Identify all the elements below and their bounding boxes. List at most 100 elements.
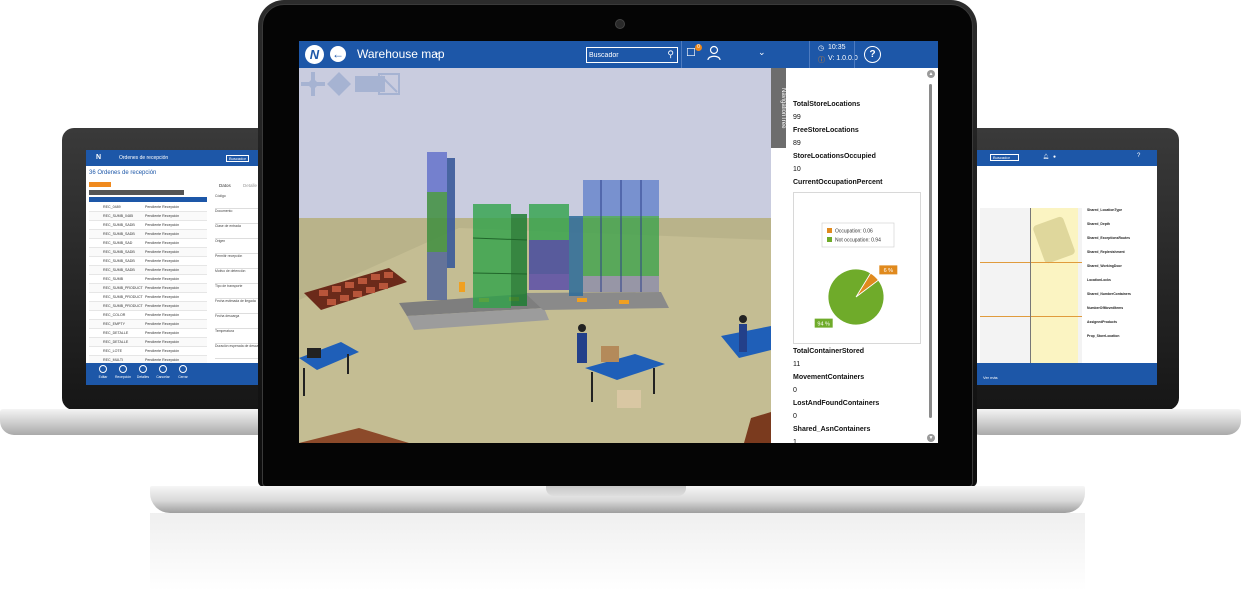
stat-value: 10 xyxy=(793,166,801,173)
occupation-pie-chart: Occupation: 0.06 Not occupation: 0.94 6 % 9… xyxy=(793,192,921,344)
table-row[interactable]: REC_SUMB_SAD Pendiente Recepción xyxy=(89,239,207,248)
chevron-down-icon[interactable]: ⌄ xyxy=(433,47,441,58)
table-row[interactable]: REC_SUMB_PRODUCT Pendiente Recepción xyxy=(89,284,207,293)
table-row[interactable]: REC_SUMB_SADB Pendiente Recepción xyxy=(89,257,207,266)
form-field-label: Permitir recepción xyxy=(215,254,258,269)
main-screen: N ← Warehouse map ⌄ ⚲ ☐ 0 ⌄ ◷ 10:35 ⓘ V:… xyxy=(299,41,938,443)
stat-label: MovementContainers xyxy=(793,374,865,381)
table-cell: Pendiente Recepción xyxy=(145,304,180,308)
form-field-label: Temperatura xyxy=(215,329,258,344)
left-toolbar xyxy=(89,190,184,195)
stat-label: TotalStoreLocations xyxy=(793,101,861,108)
table-cell: Pendiente Recepción xyxy=(145,214,180,218)
scroll-down-icon[interactable]: ▼ xyxy=(927,434,935,442)
header-divider xyxy=(854,41,855,68)
left-table-body: REC_0489 Pendiente Recepción REC_SUMB_0485… xyxy=(89,203,207,374)
property-label: Prop_StoreLocation xyxy=(1087,334,1120,338)
left-tab-detalle[interactable]: Detalle xyxy=(243,183,257,188)
user-chevron-icon[interactable]: ⌄ xyxy=(758,47,766,58)
clock-icon: ◷ xyxy=(818,45,825,52)
table-row[interactable]: REC_SUMB_SADB Pendiente Recepción xyxy=(89,266,207,275)
form-field-label: Origen xyxy=(215,239,258,254)
grid-icon[interactable] xyxy=(355,76,385,92)
table-row[interactable]: REC_SUMB_0485 Pendiente Recepción xyxy=(89,212,207,221)
pie-svg: Occupation: 0.06 Not occupation: 0.94 6 % 9… xyxy=(814,222,898,328)
user-icon[interactable] xyxy=(707,45,721,61)
info-icon: ⓘ xyxy=(818,57,825,64)
right-laptop-header: Buscador 🔔︎ ● ? xyxy=(977,150,1157,166)
table-cell: Pendiente Recepción xyxy=(145,241,180,245)
form-field-label: Fecha estimada de llegada xyxy=(215,299,258,314)
property-label: NumberOfMovedItems xyxy=(1087,306,1124,310)
action-icon xyxy=(159,365,167,373)
rack-mixed-right xyxy=(529,204,583,296)
action-label: Cancelar xyxy=(156,375,170,379)
camera xyxy=(615,19,625,29)
table-cell: Pendiente Recepción xyxy=(145,259,180,263)
table-row[interactable]: REC_SUMB_PRODUCT Pendiente Recepción xyxy=(89,293,207,302)
floor-lane xyxy=(525,292,669,310)
table-row[interactable]: REC_EMPTY Pendiente Recepción xyxy=(89,320,207,329)
stat-value: 0 xyxy=(793,413,797,420)
right-search[interactable]: Buscador xyxy=(990,154,1019,161)
scroll-up-icon[interactable]: ▲ xyxy=(927,70,935,78)
form-field-label: Código xyxy=(215,194,258,209)
right-bottom-action[interactable]: Ver más xyxy=(983,375,998,380)
table-cell: Pendiente Recepción xyxy=(145,268,180,272)
table-cell: REC_SUMB_SADB xyxy=(103,232,135,236)
table-cell: Pendiente Recepción xyxy=(145,313,180,317)
help-icon[interactable]: ? xyxy=(864,46,881,63)
action-label: Editar xyxy=(98,375,108,379)
search-icon[interactable]: ⚲ xyxy=(667,49,674,60)
stat-label: StoreLocationsOccupied xyxy=(793,153,876,160)
panel-scrollbar[interactable]: ▲ ▼ xyxy=(927,70,935,442)
left-logo-icon: N xyxy=(96,154,102,161)
rack-green-center xyxy=(472,204,528,308)
navigation-tree-strip xyxy=(771,148,786,443)
table-row[interactable]: REC_LOTE Pendiente Recepción xyxy=(89,347,207,356)
left-action-button[interactable] xyxy=(89,182,111,187)
table-cell: REC_SUMB_SAD xyxy=(103,241,133,245)
page-title: Warehouse map xyxy=(357,47,445,61)
table-row[interactable]: REC_COLOR Pendiente Recepción xyxy=(89,311,207,320)
navigation-tree-tab[interactable]: NavigationTree xyxy=(771,68,786,148)
right-help-icon[interactable]: ? xyxy=(1137,153,1140,159)
right-grid-line xyxy=(980,316,1082,317)
table-row[interactable]: REC_SUMB_SADB Pendiente Recepción xyxy=(89,221,207,230)
bottom-action[interactable]: Recepción xyxy=(114,365,132,379)
table-cell: Pendiente Recepción xyxy=(145,205,180,209)
bottom-action[interactable]: Detalles xyxy=(134,365,152,379)
left-search[interactable]: Buscador xyxy=(226,155,249,162)
logo-icon[interactable]: N xyxy=(305,45,324,64)
form-field-label: Clase de entrada xyxy=(215,224,258,239)
statistics-panel: TotalStoreLocations 99 FreeStoreLocation… xyxy=(786,68,938,443)
warehouse-scene[interactable] xyxy=(299,68,771,443)
table-row[interactable]: REC_DETALLE Pendiente Recepción xyxy=(89,329,207,338)
table-row[interactable]: REC_SUMB_SADB Pendiente Recepción xyxy=(89,230,207,239)
warehouse-3d-view[interactable] xyxy=(299,68,771,443)
property-label: Shared_ExceptionsRoutes xyxy=(1087,236,1130,240)
table-cell: Pendiente Recepción xyxy=(145,331,180,335)
table-row[interactable]: REC_DETALLE Pendiente Recepción xyxy=(89,338,207,347)
bottom-action[interactable]: Cancelar xyxy=(154,365,172,379)
search-box[interactable]: ⚲ xyxy=(586,47,678,63)
table-row[interactable]: REC_SUMB_PRODUCT Pendiente Recepción xyxy=(89,302,207,311)
table-row[interactable]: REC_SUMB_SADB Pendiente Recepción xyxy=(89,248,207,257)
property-label: LocationLocks xyxy=(1087,278,1111,282)
bottom-action[interactable]: Cerrar xyxy=(174,365,192,379)
right-user-icon[interactable]: ● xyxy=(1053,154,1056,160)
stat-value: 11 xyxy=(793,361,801,368)
bottom-action[interactable]: Editar xyxy=(94,365,112,379)
back-arrow-icon[interactable]: ← xyxy=(330,46,346,62)
property-label: Shared_Depth xyxy=(1087,222,1110,226)
right-bell-icon[interactable]: 🔔︎ xyxy=(1043,154,1049,160)
table-cell: REC_SUMB_PRODUCT xyxy=(103,295,143,299)
form-field-label: Motivo de detención xyxy=(215,269,258,284)
left-tab-datos[interactable]: Datos xyxy=(219,183,231,188)
scroll-thumb[interactable] xyxy=(929,84,932,418)
table-cell: REC_SUMB_PRODUCT xyxy=(103,304,143,308)
table-row[interactable]: REC_0489 Pendiente Recepción xyxy=(89,203,207,212)
table-row[interactable]: REC_SUMB Pendiente Recepción xyxy=(89,275,207,284)
pie-legend-label: Occupation: 0.06 xyxy=(835,229,873,235)
search-input[interactable] xyxy=(589,50,659,60)
